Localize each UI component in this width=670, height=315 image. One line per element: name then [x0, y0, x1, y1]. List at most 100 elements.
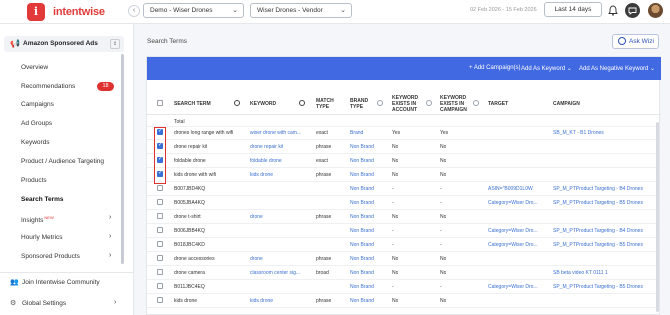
sidebar-item-search-terms[interactable]: Search Terms: [21, 196, 64, 203]
target-cell[interactable]: Category=Wiser Dro...: [488, 200, 538, 206]
column-header-campaign[interactable]: CAMPAIGN: [553, 101, 580, 107]
add-campaigns-button[interactable]: + Add Campaign(s): [469, 65, 521, 71]
select-all-checkbox[interactable]: [157, 100, 163, 106]
global-settings-label: Global Settings: [22, 300, 67, 307]
switch-section-icon[interactable]: ⇕: [110, 39, 120, 49]
brand-type-cell[interactable]: Non Brand: [350, 200, 374, 206]
sidebar-item-products[interactable]: Products: [21, 177, 47, 184]
table-scrollbar[interactable]: [656, 122, 659, 312]
chevron-right-icon[interactable]: ›: [109, 252, 111, 259]
keyword-cell[interactable]: kids drone: [250, 172, 273, 178]
campaign-cell[interactable]: SP_M_PTProduct Targeting - B5 Drones: [553, 242, 643, 248]
column-header-brand-type[interactable]: BRAND TYPE: [350, 98, 374, 110]
date-range-text[interactable]: 02 Feb 2026 - 15 Feb 2026: [470, 7, 537, 13]
brand-type-cell[interactable]: Non Brand: [350, 158, 374, 164]
row-checkbox[interactable]: [157, 185, 163, 191]
target-cell[interactable]: ASIN="B009D1L0W: [488, 186, 533, 192]
add-as-keyword-button[interactable]: Add As Keyword ⌄: [521, 65, 572, 72]
date-preset-button[interactable]: Last 14 days: [544, 2, 602, 17]
row-checkbox[interactable]: [157, 283, 163, 289]
campaign-cell[interactable]: SB_M_KT - B1 Drones: [553, 130, 604, 136]
sidebar-item-hourly-metrics[interactable]: Hourly Metrics: [21, 234, 63, 241]
info-icon[interactable]: [426, 100, 432, 106]
row-checkbox[interactable]: [157, 241, 163, 247]
column-header-target[interactable]: TARGET: [488, 101, 508, 107]
sidebar-item-campaigns[interactable]: Campaigns: [21, 101, 54, 108]
bell-icon[interactable]: [608, 5, 618, 16]
row-checkbox[interactable]: [157, 297, 163, 303]
info-icon[interactable]: [473, 100, 479, 106]
intentwise-logo-icon: i: [27, 3, 45, 21]
brand-type-cell[interactable]: Non Brand: [350, 228, 374, 234]
row-checkbox[interactable]: [157, 227, 163, 233]
column-header-keyword-exists-in-account[interactable]: KEYWORD EXISTS IN ACCOUNT: [392, 95, 424, 113]
profile-select[interactable]: Wiser Drones - Vendor ⌄: [250, 3, 352, 18]
campaign-cell[interactable]: SP_M_PTProduct Targeting - B5 Drones: [553, 200, 643, 206]
brand-type-cell[interactable]: Non Brand: [350, 256, 374, 262]
add-as-negative-keyword-label: Add As Negative Keyword: [579, 66, 649, 72]
sidebar-item-product-audience-targeting[interactable]: Product / Audience Targeting: [21, 158, 104, 165]
brand-type-cell[interactable]: Non Brand: [350, 298, 374, 304]
brand-type-cell[interactable]: Non Brand: [350, 186, 374, 192]
row-checkbox[interactable]: [157, 255, 163, 261]
ask-wizi-button[interactable]: Ask Wizi: [612, 34, 659, 49]
campaign-cell[interactable]: SB beta video KT 0111 1: [553, 270, 608, 276]
keyword-cell[interactable]: drone: [250, 256, 263, 262]
avatar[interactable]: [648, 3, 663, 18]
account-select[interactable]: Demo - Wiser Drones ⌄: [143, 3, 244, 18]
keyword-cell[interactable]: classroom center sig...: [250, 270, 300, 276]
search-icon[interactable]: [234, 100, 240, 106]
keyword-cell[interactable]: drone repair kit: [250, 144, 283, 150]
chevron-right-icon: ›: [114, 299, 117, 306]
keyword-cell[interactable]: foldable drone: [250, 158, 282, 164]
in-account-cell: No: [392, 214, 399, 220]
keyword-cell[interactable]: wiser drone with cam...: [250, 130, 301, 136]
brand-type-cell[interactable]: Non Brand: [350, 214, 374, 220]
column-header-keyword-exists-in-campaign[interactable]: KEYWORD EXISTS IN CAMPAIGN: [440, 95, 473, 113]
gear-icon: ⚙: [10, 300, 17, 307]
users-icon: 👥: [10, 279, 19, 286]
brand-type-cell[interactable]: Non Brand: [350, 242, 374, 248]
target-cell[interactable]: Category=Wiser Dro...: [488, 242, 538, 248]
sidebar-item-sponsored-products[interactable]: Sponsored Products: [21, 253, 80, 260]
sidebar-item-keywords[interactable]: Keywords: [21, 139, 50, 146]
sidebar-item-recommendations[interactable]: Recommendations: [21, 83, 75, 90]
info-icon[interactable]: [377, 100, 383, 106]
campaign-cell[interactable]: SP_M_PTProduct Targeting - B5 Drones: [553, 284, 643, 290]
sidebar-scrollbar[interactable]: [121, 54, 124, 264]
brand-type-cell[interactable]: Non Brand: [350, 270, 374, 276]
sidebar-section-header[interactable]: 📢 Amazon Sponsored Ads ⇕: [4, 36, 124, 52]
column-header-search-term[interactable]: SEARCH TERM: [174, 101, 211, 107]
in-campaign-cell: No: [440, 256, 447, 262]
sidebar-item-ad-groups[interactable]: Ad Groups: [21, 120, 52, 127]
row-checkbox[interactable]: [157, 213, 163, 219]
sidebar-item-insights[interactable]: InsightsNEW: [21, 215, 54, 224]
column-header-match-type[interactable]: MATCH TYPE: [316, 98, 338, 110]
row-checkbox[interactable]: [157, 269, 163, 275]
sidebar-item-overview[interactable]: Overview: [21, 64, 48, 71]
chevron-down-icon: ⌄: [232, 7, 238, 14]
profile-select-value: Wiser Drones - Vendor: [257, 7, 323, 14]
row-divider: [147, 195, 661, 196]
chevron-right-icon[interactable]: ›: [109, 214, 111, 221]
keyword-cell[interactable]: kids drone: [250, 298, 273, 304]
add-as-negative-keyword-button[interactable]: Add As Negative Keyword ⌄: [579, 65, 655, 72]
target-cell[interactable]: Category=Wiser Dro...: [488, 284, 538, 290]
row-checkbox[interactable]: [157, 199, 163, 205]
target-cell[interactable]: Category=Wiser Dro...: [488, 228, 538, 234]
brand-type-cell[interactable]: Non Brand: [350, 172, 374, 178]
brand-type-cell[interactable]: Brand: [350, 130, 363, 136]
brand-type-cell[interactable]: Non Brand: [350, 144, 374, 150]
chevron-right-icon[interactable]: ›: [109, 233, 111, 240]
search-term-cell: B005JBA4KQ: [174, 200, 205, 206]
chat-icon[interactable]: [625, 3, 640, 18]
brand-type-cell[interactable]: Non Brand: [350, 284, 374, 290]
selection-highlight: [154, 127, 166, 184]
column-header-keyword[interactable]: KEYWORD: [250, 101, 276, 107]
search-term-cell: drone repair kit: [174, 144, 208, 150]
keyword-cell[interactable]: drone: [250, 214, 263, 220]
collapse-sidebar-button[interactable]: ‹: [128, 5, 140, 17]
search-icon[interactable]: [299, 100, 305, 106]
campaign-cell[interactable]: SP_M_PTProduct Targeting - B4 Drones: [553, 228, 643, 234]
campaign-cell[interactable]: SP_M_PTProduct Targeting - B4 Drones: [553, 186, 643, 192]
